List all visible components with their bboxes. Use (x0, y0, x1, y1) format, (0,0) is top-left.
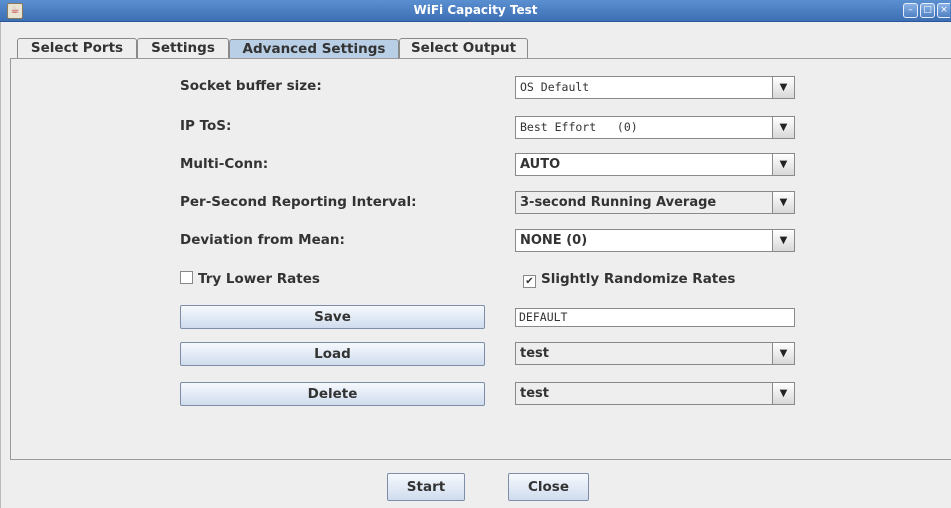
tab-select-ports[interactable]: Select Ports (17, 38, 137, 58)
chevron-down-icon[interactable]: ▼ (772, 343, 794, 364)
try-lower-rates-label: Try Lower Rates (198, 271, 320, 287)
deviation-value: NONE (0) (520, 233, 588, 248)
save-name-input[interactable]: DEFAULT (515, 308, 795, 327)
socket-buffer-label: Socket buffer size: (180, 78, 322, 94)
load-button[interactable]: Load (180, 342, 485, 366)
delete-button[interactable]: Delete (180, 382, 485, 406)
chevron-down-icon[interactable]: ▼ (772, 383, 794, 404)
tab-select-output[interactable]: Select Output (399, 38, 528, 58)
slightly-randomize-checkbox[interactable]: ✔ Slightly Randomize Rates (523, 271, 735, 288)
close-window-icon[interactable]: × (937, 3, 950, 18)
ip-tos-value: Best Effort (0) (520, 120, 638, 134)
window-border (0, 22, 1, 508)
try-lower-rates-checkbox[interactable]: Try Lower Rates (180, 271, 320, 287)
multi-conn-label: Multi-Conn: (180, 156, 269, 172)
reporting-interval-value: 3-second Running Average (520, 195, 717, 210)
title-bar[interactable]: ☕ WiFi Capacity Test – □ × (0, 0, 951, 22)
chevron-down-icon[interactable]: ▼ (772, 154, 794, 175)
delete-select[interactable]: test ▼ (515, 382, 795, 405)
chevron-down-icon[interactable]: ▼ (772, 117, 794, 138)
multi-conn-value: AUTO (520, 157, 561, 172)
chevron-down-icon[interactable]: ▼ (772, 230, 794, 251)
checkbox-unchecked-icon[interactable] (180, 271, 193, 284)
reporting-interval-select[interactable]: 3-second Running Average ▼ (515, 191, 795, 214)
minimize-icon[interactable]: – (903, 3, 918, 18)
ip-tos-select[interactable]: Best Effort (0) ▼ (515, 116, 795, 139)
reporting-interval-label: Per-Second Reporting Interval: (180, 194, 417, 210)
load-value: test (520, 346, 549, 361)
ip-tos-label: IP ToS: (180, 118, 232, 134)
socket-buffer-value: OS Default (520, 80, 590, 94)
deviation-select[interactable]: NONE (0) ▼ (515, 229, 795, 252)
chevron-down-icon[interactable]: ▼ (772, 77, 794, 98)
delete-value: test (520, 386, 549, 401)
deviation-label: Deviation from Mean: (180, 232, 345, 248)
close-button[interactable]: Close (508, 473, 589, 501)
multi-conn-select[interactable]: AUTO ▼ (515, 153, 795, 176)
checkbox-checked-icon[interactable]: ✔ (523, 275, 536, 288)
window-title: WiFi Capacity Test (413, 3, 538, 17)
tab-advanced-settings[interactable]: Advanced Settings (229, 39, 399, 58)
slightly-randomize-label: Slightly Randomize Rates (541, 271, 736, 287)
start-button[interactable]: Start (387, 473, 465, 501)
socket-buffer-select[interactable]: OS Default ▼ (515, 76, 795, 99)
chevron-down-icon[interactable]: ▼ (772, 192, 794, 213)
save-button[interactable]: Save (180, 305, 485, 329)
tab-settings[interactable]: Settings (137, 38, 229, 58)
load-select[interactable]: test ▼ (515, 342, 795, 365)
maximize-icon[interactable]: □ (920, 3, 935, 18)
